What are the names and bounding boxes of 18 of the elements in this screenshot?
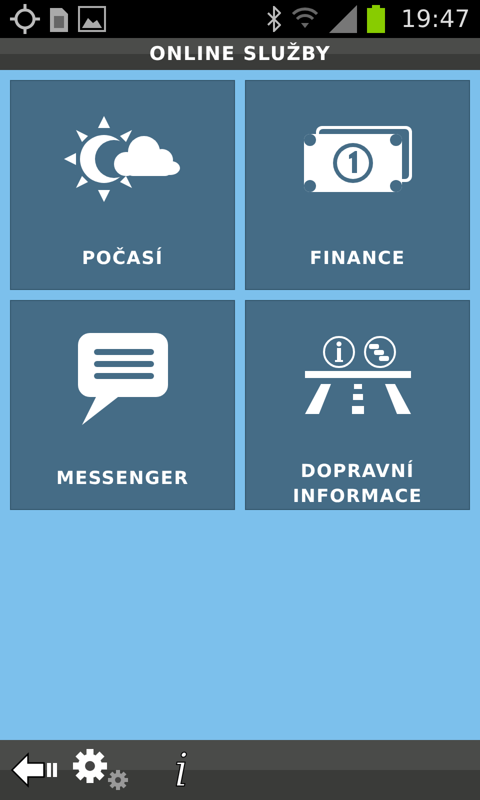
screen-title: ONLINE SLUŽBY (149, 43, 331, 65)
clock-time: 19:47 (400, 5, 470, 33)
sim-card-icon (50, 6, 68, 32)
image-icon (78, 6, 106, 32)
info-button[interactable]: i (166, 747, 197, 793)
service-tile[interactable]: DOPRAVNÍ INFORMACE (245, 300, 470, 510)
sun-cloud-icon (64, 116, 182, 202)
service-tile[interactable]: MESSENGER (10, 300, 235, 510)
service-tile[interactable]: FINANCE (245, 80, 470, 290)
speech-bubble-icon (78, 332, 168, 424)
gps-icon (10, 4, 40, 34)
signal-icon (328, 5, 357, 33)
banknote-icon (304, 126, 412, 192)
bluetooth-icon (266, 6, 281, 32)
back-icon[interactable] (10, 752, 58, 788)
road-info-icon (304, 336, 410, 414)
battery-icon (366, 5, 385, 33)
service-tile[interactable]: POČASÍ (10, 80, 235, 290)
